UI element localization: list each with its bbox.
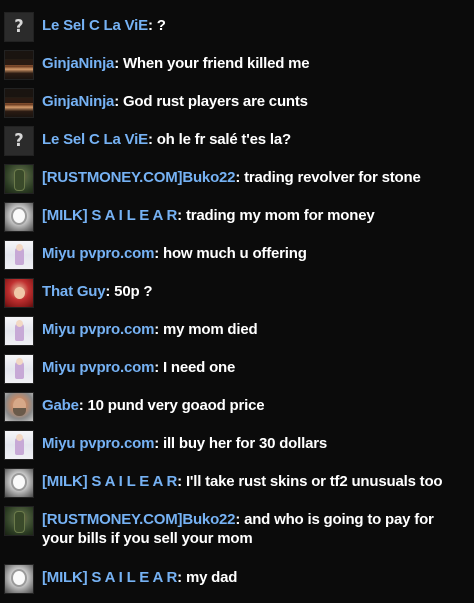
miyu-avatar[interactable]	[4, 240, 34, 270]
message-body: God rust players are cunts	[122, 93, 308, 110]
message-text: GinjaNinja: God rust players are cunts	[42, 93, 308, 110]
username[interactable]: GinjaNinja	[42, 93, 114, 110]
message-body: ill buy her for 30 dollars	[162, 435, 327, 452]
username[interactable]: [MILK] S A I L E A R	[42, 569, 177, 586]
username[interactable]: That Guy	[42, 283, 106, 300]
thatguy-avatar[interactable]	[4, 278, 34, 308]
message-body: I'll take rust skins or tf2 unusuals too	[185, 473, 443, 490]
message-body: I need one	[162, 359, 236, 376]
rust-avatar[interactable]	[4, 506, 34, 536]
message-text: Miyu pvpro.com: how much u offering	[42, 245, 307, 262]
message-text: [MILK] S A I L E A R: I'll take rust ski…	[42, 473, 443, 490]
username[interactable]: GinjaNinja	[42, 55, 114, 72]
miyu-avatar[interactable]	[4, 354, 34, 384]
message-text: Le Sel C La ViE: ?	[42, 17, 166, 34]
username[interactable]: [RUSTMONEY.COM]Buko22	[42, 169, 236, 186]
message-body: how much u offering	[162, 245, 307, 262]
username[interactable]: [RUSTMONEY.COM]Buko22	[42, 511, 236, 528]
message-text: Miyu pvpro.com: ill buy her for 30 dolla…	[42, 435, 327, 452]
milk-avatar[interactable]	[4, 202, 34, 232]
message-text: That Guy: 50p ?	[42, 283, 153, 300]
username[interactable]: [MILK] S A I L E A R	[42, 473, 177, 490]
chat-log: ? Le Sel C La ViE: ? GinjaNinja: When yo…	[0, 0, 474, 603]
message-text: [RUSTMONEY.COM]Buko22: trading revolver …	[42, 169, 421, 186]
message-body: 10 pund very goaod price	[87, 397, 265, 414]
message-text: Le Sel C La ViE: oh le fr salé t'es la?	[42, 131, 291, 148]
username[interactable]: Le Sel C La ViE	[42, 131, 148, 148]
gabe-avatar[interactable]	[4, 392, 34, 422]
username[interactable]: Gabe	[42, 397, 79, 414]
message-text: [MILK] S A I L E A R: trading my mom for…	[42, 207, 375, 224]
username[interactable]: Miyu pvpro.com	[42, 359, 154, 376]
username[interactable]: Miyu pvpro.com	[42, 245, 154, 262]
miyu-avatar[interactable]	[4, 316, 34, 346]
message-text: Miyu pvpro.com: my mom died	[42, 321, 258, 338]
ninja-avatar[interactable]	[4, 88, 34, 118]
miyu-avatar[interactable]	[4, 430, 34, 460]
message-text: [RUSTMONEY.COM]Buko22: and who is going …	[42, 511, 434, 547]
milk-avatar[interactable]	[4, 564, 34, 594]
question-mark-avatar[interactable]: ?	[4, 12, 34, 42]
question-mark-avatar[interactable]: ?	[4, 126, 34, 156]
username[interactable]: Miyu pvpro.com	[42, 435, 154, 452]
message-text: Miyu pvpro.com: I need one	[42, 359, 236, 376]
username[interactable]: [MILK] S A I L E A R	[42, 207, 177, 224]
username[interactable]: Le Sel C La ViE	[42, 17, 148, 34]
message-body: my mom died	[162, 321, 258, 338]
message-body: 50p ?	[114, 283, 153, 300]
message-body: oh le fr salé t'es la?	[156, 131, 291, 148]
message-body: When your friend killed me	[122, 55, 310, 72]
message-text: Gabe: 10 pund very goaod price	[42, 397, 265, 414]
message-body: my dad	[185, 569, 238, 586]
ninja-avatar[interactable]	[4, 50, 34, 80]
rust-avatar[interactable]	[4, 164, 34, 194]
username[interactable]: Miyu pvpro.com	[42, 321, 154, 338]
message-text: [MILK] S A I L E A R: my dad	[42, 569, 238, 586]
message-body: trading revolver for stone	[244, 169, 421, 186]
message-body: trading my mom for money	[185, 207, 375, 224]
milk-avatar[interactable]	[4, 468, 34, 498]
message-body: ?	[156, 17, 166, 34]
message-text: GinjaNinja: When your friend killed me	[42, 55, 310, 72]
